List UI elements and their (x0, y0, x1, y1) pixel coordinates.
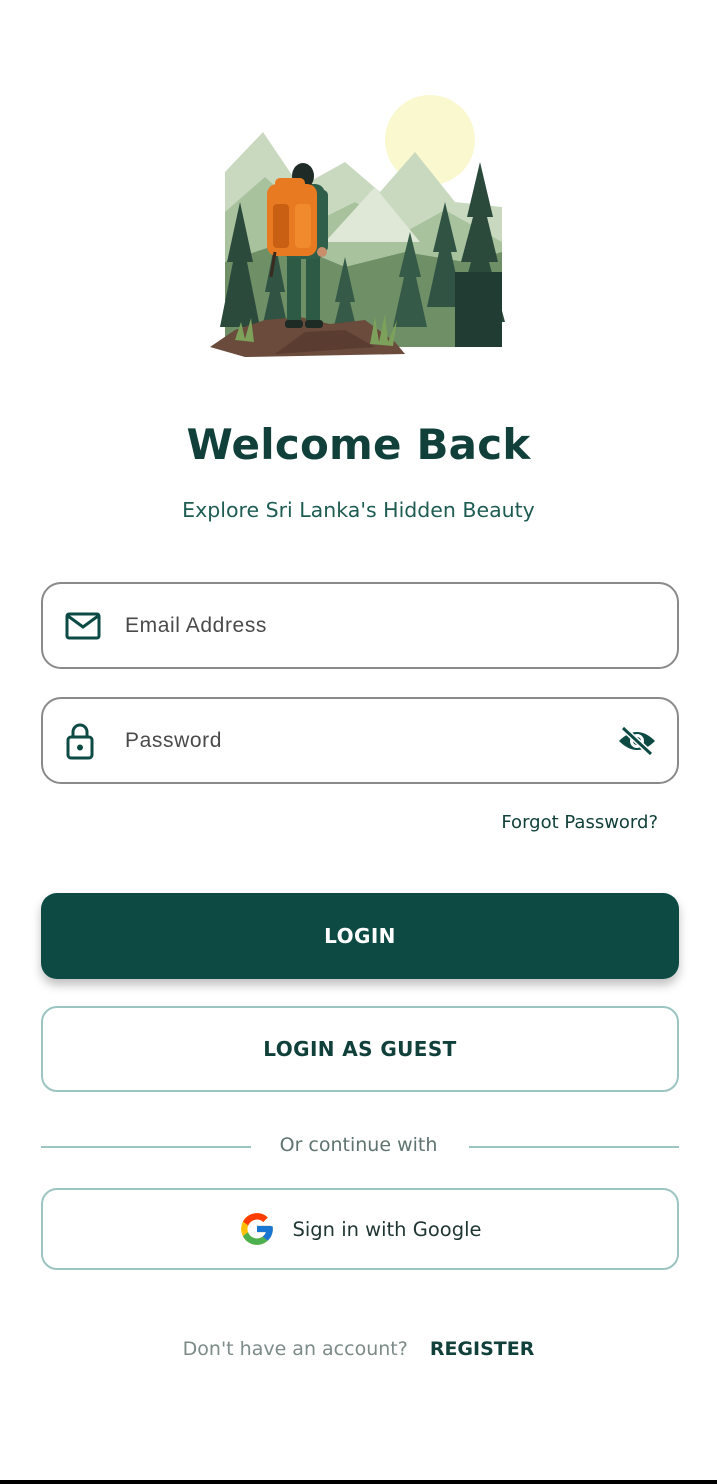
eye-off-icon[interactable] (617, 725, 657, 757)
google-icon (238, 1210, 276, 1248)
hiker-illustration (210, 95, 505, 357)
email-field[interactable]: Email Address (41, 582, 679, 669)
page-subtitle: Explore Sri Lanka's Hidden Beauty (182, 498, 535, 522)
login-button[interactable]: LOGIN (41, 893, 679, 979)
mail-icon (65, 612, 101, 640)
login-screen: Welcome Back Explore Sri Lanka's Hidden … (0, 0, 717, 1484)
register-link[interactable]: REGISTER (430, 1338, 535, 1360)
lock-icon (65, 722, 95, 760)
email-placeholder: Email Address (125, 613, 268, 637)
login-as-guest-button[interactable]: LOGIN AS GUEST (41, 1006, 679, 1092)
page-title: Welcome Back (186, 420, 531, 469)
password-placeholder: Password (125, 728, 223, 752)
bottom-edge (0, 1480, 717, 1484)
register-prompt: Don't have an account? REGISTER (0, 1338, 717, 1360)
password-field[interactable]: Password (41, 697, 679, 784)
divider-text: Or continue with (279, 1134, 438, 1156)
forgot-password-link[interactable]: Forgot Password? (501, 812, 658, 833)
divider-right (469, 1146, 679, 1148)
google-signin-label: Sign in with Google (292, 1217, 482, 1241)
google-signin-button[interactable]: Sign in with Google (41, 1188, 679, 1270)
no-account-text: Don't have an account? (182, 1338, 408, 1360)
